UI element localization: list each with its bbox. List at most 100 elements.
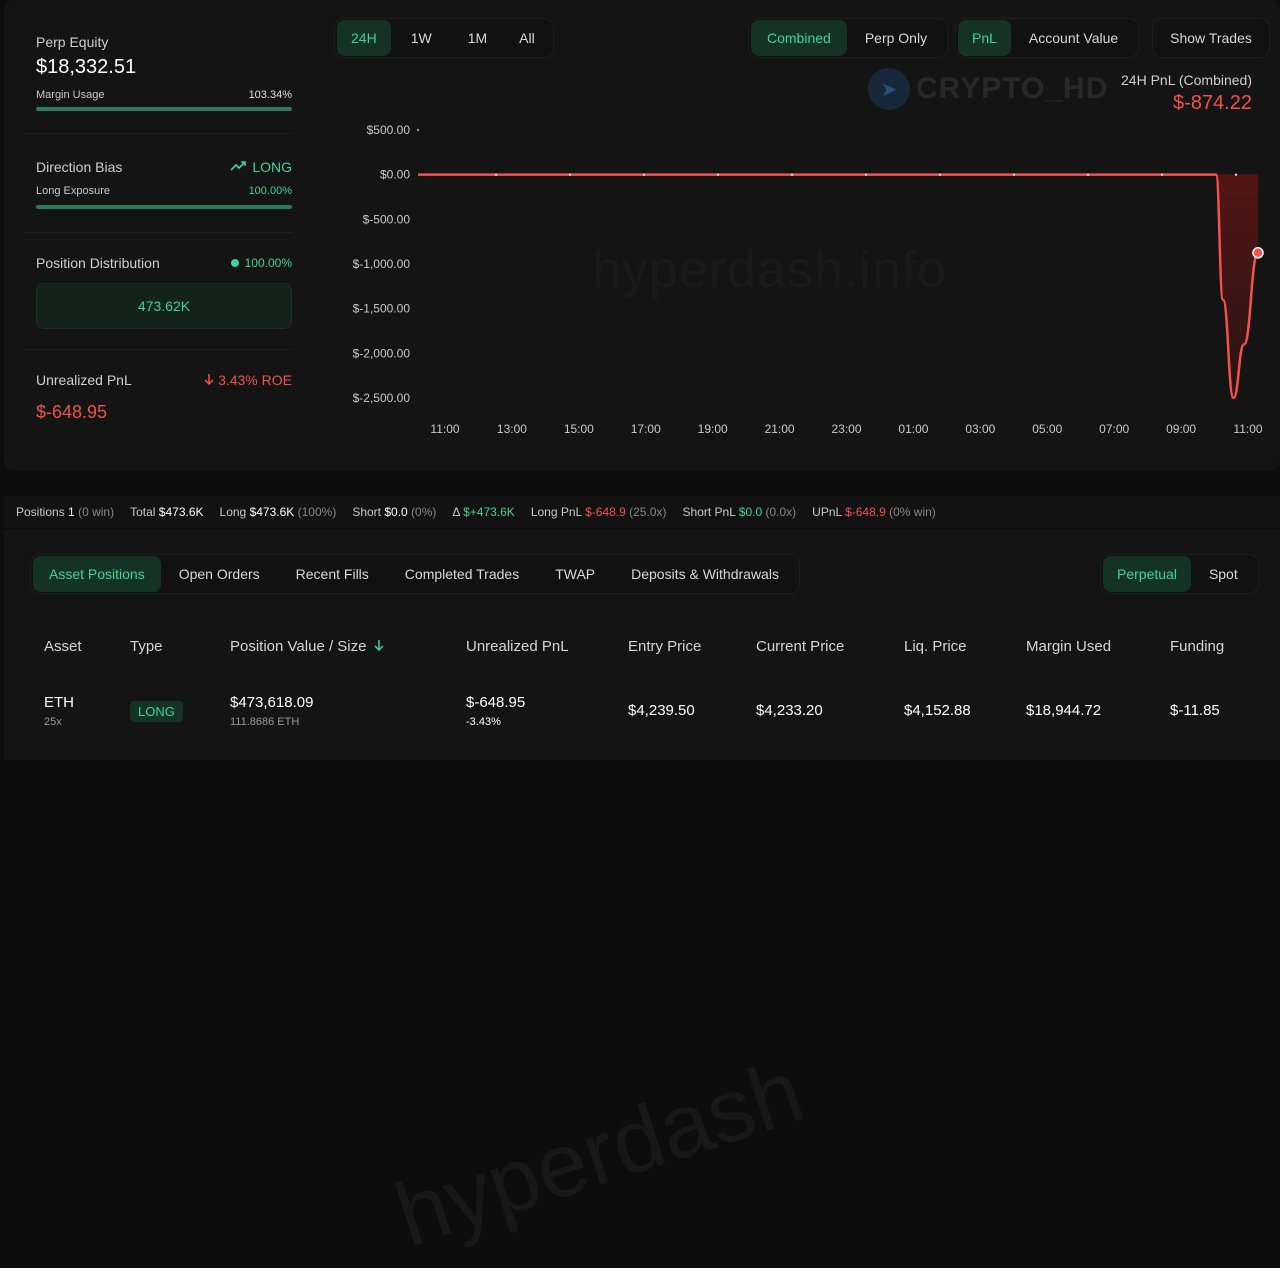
tab-open-orders[interactable]: Open Orders [161,556,278,592]
divider [24,349,292,350]
type-badge: LONG [130,701,183,722]
divider [24,232,292,233]
combined-toggle[interactable]: Combined [751,20,847,56]
current-price: $4,233.20 [756,702,823,719]
direction-bias-value: LONG [252,159,292,175]
telegram-icon: ➤ [868,68,910,110]
header-entry-price[interactable]: Entry Price [628,638,701,655]
header-unrealized-pnl[interactable]: Unrealized PnL [466,638,569,655]
x-tick-label: 17:00 [631,422,661,436]
stat-positions: Positions 1 (0 win) [16,505,115,519]
header-type[interactable]: Type [130,638,163,655]
y-tick-label: $0.00 [380,168,410,182]
metric-toggle: PnL Account Value [955,18,1140,58]
position-value: $473,618.09 [230,694,314,711]
positions-tabs: Asset Positions Open Orders Recent Fills… [30,554,800,594]
zero-marker [1160,173,1164,176]
tab-twap[interactable]: TWAP [537,556,613,592]
market-toggle: Perpetual Spot [1100,554,1259,594]
perp-only-toggle[interactable]: Perp Only [847,20,945,56]
entry-price: $4,239.50 [628,702,695,719]
header-funding[interactable]: Funding [1170,638,1224,655]
y-tick-label: $-2,000.00 [353,346,411,360]
show-trades-label: Show Trades [1170,30,1252,46]
tab-recent-fills[interactable]: Recent Fills [278,556,387,592]
header-asset[interactable]: Asset [44,638,82,655]
stat-upnl: UPnL $-648.9 (0% win) [812,505,936,519]
zero-marker [716,173,720,176]
show-trades-button[interactable]: Show Trades [1152,18,1270,58]
stat-delta: Δ $+473.6K [452,505,515,519]
perp-equity-label: Perp Equity [36,34,109,50]
crypto-hd-logo: ➤ CRYPTO_HD [868,68,1108,110]
position-distribution-label: Position Distribution [36,255,160,271]
spot-toggle[interactable]: Spot [1191,556,1256,592]
long-exposure-label: Long Exposure [36,185,110,197]
header-liq-price[interactable]: Liq. Price [904,638,967,655]
time-range-1w[interactable]: 1W [391,20,452,56]
x-tick-label: 19:00 [698,422,728,436]
position-distribution-bar[interactable]: 473.62K [36,283,292,329]
x-tick-label: 11:00 [1233,422,1262,436]
time-range-24h[interactable]: 24H [337,20,391,56]
x-tick-label: 15:00 [564,422,594,436]
dot-icon [230,259,239,267]
account-value-toggle[interactable]: Account Value [1011,20,1136,56]
stat-short-pnl: Short PnL $0.0 (0.0x) [682,505,797,519]
margin-usage-bar [36,107,292,111]
tick-dot [416,128,420,132]
tab-deposits-withdrawals[interactable]: Deposits & Withdrawals [613,556,797,592]
pnl-header: 24H PnL (Combined) $-874.22 [1121,72,1252,115]
unrealized-pnl-roe: 3.43% ROE [218,372,292,388]
positions-card: hyperdash Asset Positions Open Orders Re… [4,530,1280,1266]
pnl-toggle[interactable]: PnL [958,20,1011,56]
x-tick-label: 11:00 [430,422,459,436]
long-exposure-bar [36,205,292,209]
zero-marker [864,173,868,176]
header-margin-used[interactable]: Margin Used [1026,638,1111,655]
series-area [418,174,1258,398]
zero-marker [790,173,794,176]
liq-price: $4,152.88 [904,702,971,719]
time-range-all[interactable]: All [503,20,551,56]
margin-usage-value: 103.34% [248,89,292,101]
zero-marker [1234,173,1238,176]
zero-marker [642,173,646,176]
tab-asset-positions[interactable]: Asset Positions [33,556,161,592]
stat-long-pnl: Long PnL $-648.9 (25.0x) [530,505,667,519]
y-tick-label: $-1,000.00 [353,257,411,271]
logo-text: CRYPTO_HD [916,72,1109,105]
zero-marker [1012,173,1016,176]
y-tick-label: $500.00 [367,123,411,137]
margin-usage-label: Margin Usage [36,89,105,101]
arrow-down-icon [374,638,384,655]
y-tick-label: $-2,500.00 [353,391,411,405]
perpetual-toggle[interactable]: Perpetual [1103,556,1191,592]
asset-name[interactable]: ETH [44,694,74,711]
zero-marker [938,173,942,176]
arrow-down-icon [204,372,214,388]
stats-bar: Positions 1 (0 win) Total $473.6K Long $… [4,496,1280,528]
x-tick-label: 05:00 [1032,422,1062,436]
time-range-1m[interactable]: 1M [452,20,503,56]
pnl-header-label: 24H PnL (Combined) [1121,72,1252,88]
series-line [418,173,1260,400]
x-tick-label: 13:00 [497,422,527,436]
header-position-value-label: Position Value / Size [230,638,367,655]
stat-short: Short $0.0 (0%) [352,505,437,519]
x-tick-label: 23:00 [831,422,861,436]
funding: $-11.85 [1170,702,1220,719]
header-current-price[interactable]: Current Price [756,638,844,655]
x-tick-label: 01:00 [898,422,928,436]
zero-marker [568,173,572,176]
mode-toggle: Combined Perp Only [748,18,949,58]
unrealized-pnl-value: $-648.95 [36,402,108,422]
watermark-diagonal: hyperdash [384,1041,815,1267]
zero-marker [1086,173,1090,176]
tab-completed-trades[interactable]: Completed Trades [387,556,537,592]
x-tick-label: 03:00 [965,422,995,436]
y-tick-label: $-500.00 [363,212,411,226]
perp-equity-value: $18,332.51 [36,56,137,78]
stat-total: Total $473.6K [130,505,204,519]
header-position-value[interactable]: Position Value / Size [230,638,384,655]
